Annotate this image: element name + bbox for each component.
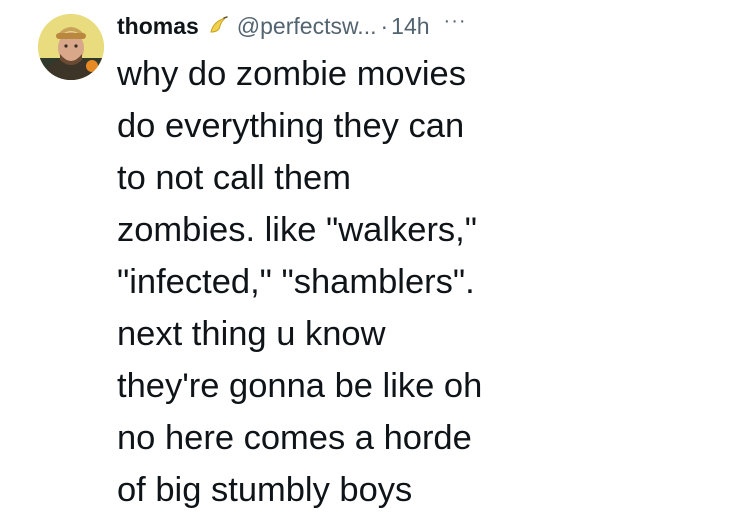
- user-handle[interactable]: @perfectsw...: [237, 13, 377, 40]
- avatar-image: [38, 14, 104, 80]
- avatar[interactable]: [38, 14, 104, 80]
- tweet[interactable]: thomas @perfectsw... · 14h ··· why do zo…: [0, 0, 740, 527]
- display-name[interactable]: thomas: [117, 13, 199, 40]
- separator-dot: ·: [380, 12, 389, 39]
- timestamp[interactable]: 14h: [391, 13, 429, 40]
- more-options-icon[interactable]: ···: [444, 10, 467, 33]
- tweet-text: why do zombie movies do everything they …: [117, 55, 483, 509]
- banana-icon: [207, 14, 231, 38]
- tweet-header: thomas @perfectsw... · 14h ···: [117, 6, 467, 46]
